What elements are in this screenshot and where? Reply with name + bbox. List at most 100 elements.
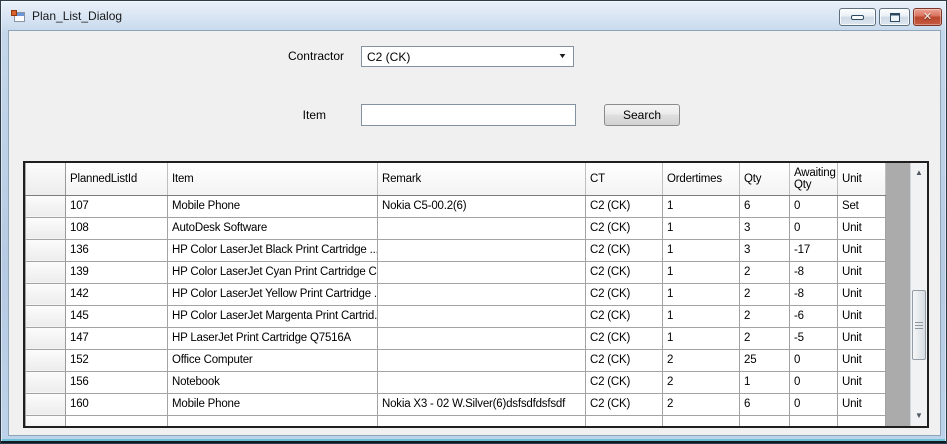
column-header-unit[interactable]: Unit bbox=[837, 163, 886, 196]
vertical-scrollbar[interactable]: ▲ ▼ bbox=[910, 163, 927, 426]
cell-remark[interactable] bbox=[377, 348, 586, 372]
contractor-combobox[interactable]: C2 (CK) ▼ bbox=[361, 46, 574, 67]
cell-unit[interactable]: Unit bbox=[837, 392, 886, 416]
cell-item[interactable]: Office Computer bbox=[167, 348, 378, 372]
row-header-cell[interactable] bbox=[25, 414, 66, 426]
cell-remark[interactable] bbox=[377, 326, 586, 350]
cell-empty[interactable] bbox=[837, 414, 886, 426]
cell-plannedlistid[interactable]: 145 bbox=[65, 304, 168, 328]
cell-empty[interactable] bbox=[377, 414, 586, 426]
cell-ordertimes[interactable]: 1 bbox=[662, 216, 740, 240]
cell-plannedlistid[interactable]: 152 bbox=[65, 348, 168, 372]
cell-ct[interactable]: C2 (CK) bbox=[585, 304, 663, 328]
item-input[interactable] bbox=[361, 104, 576, 126]
cell-item[interactable]: Mobile Phone bbox=[167, 194, 378, 218]
row-header-cell[interactable] bbox=[25, 326, 66, 350]
grid-corner-cell[interactable] bbox=[25, 163, 66, 196]
search-button[interactable]: Search bbox=[604, 104, 680, 126]
cell-plannedlistid[interactable]: 139 bbox=[65, 260, 168, 284]
cell-qty[interactable]: 6 bbox=[739, 392, 790, 416]
cell-awaiting-qty[interactable]: 0 bbox=[789, 370, 838, 394]
cell-ct[interactable]: C2 (CK) bbox=[585, 194, 663, 218]
cell-ordertimes[interactable]: 1 bbox=[662, 238, 740, 262]
column-header-qty[interactable]: Qty bbox=[739, 163, 790, 196]
cell-awaiting-qty[interactable]: 0 bbox=[789, 194, 838, 218]
cell-remark[interactable]: Nokia X3 - 02 W.Silver(6)dsfsdfdsfsdf bbox=[377, 392, 586, 416]
column-header-remark[interactable]: Remark bbox=[377, 163, 586, 196]
row-header-cell[interactable] bbox=[25, 260, 66, 284]
close-button[interactable]: ✕ bbox=[913, 8, 942, 26]
cell-qty[interactable]: 6 bbox=[739, 194, 790, 218]
cell-item[interactable]: HP Color LaserJet Yellow Print Cartridge… bbox=[167, 282, 378, 306]
cell-unit[interactable]: Unit bbox=[837, 326, 886, 350]
cell-ordertimes[interactable]: 1 bbox=[662, 194, 740, 218]
cell-ct[interactable]: C2 (CK) bbox=[585, 392, 663, 416]
cell-ct[interactable]: C2 (CK) bbox=[585, 326, 663, 350]
column-header-awaiting-qty[interactable]: Awaiting Qty bbox=[789, 163, 838, 196]
cell-ct[interactable]: C2 (CK) bbox=[585, 260, 663, 284]
cell-plannedlistid[interactable]: 147 bbox=[65, 326, 168, 350]
cell-awaiting-qty[interactable]: 0 bbox=[789, 216, 838, 240]
row-header-cell[interactable] bbox=[25, 348, 66, 372]
cell-ct[interactable]: C2 (CK) bbox=[585, 348, 663, 372]
scrollbar-thumb[interactable] bbox=[912, 290, 926, 360]
column-header-ordertimes[interactable]: Ordertimes bbox=[662, 163, 740, 196]
cell-qty[interactable]: 2 bbox=[739, 260, 790, 284]
cell-qty[interactable]: 2 bbox=[739, 304, 790, 328]
cell-item[interactable]: AutoDesk Software bbox=[167, 216, 378, 240]
cell-remark[interactable] bbox=[377, 216, 586, 240]
cell-plannedlistid[interactable]: 107 bbox=[65, 194, 168, 218]
cell-unit[interactable]: Unit bbox=[837, 238, 886, 262]
cell-ct[interactable]: C2 (CK) bbox=[585, 370, 663, 394]
cell-awaiting-qty[interactable]: 0 bbox=[789, 392, 838, 416]
cell-unit[interactable]: Unit bbox=[837, 282, 886, 306]
cell-ordertimes[interactable]: 1 bbox=[662, 304, 740, 328]
cell-empty[interactable] bbox=[167, 414, 378, 426]
cell-unit[interactable]: Unit bbox=[837, 216, 886, 240]
cell-unit[interactable]: Unit bbox=[837, 370, 886, 394]
cell-awaiting-qty[interactable]: -6 bbox=[789, 304, 838, 328]
cell-empty[interactable] bbox=[65, 414, 168, 426]
cell-awaiting-qty[interactable]: 0 bbox=[789, 348, 838, 372]
maximize-button[interactable] bbox=[879, 8, 910, 26]
cell-ordertimes[interactable]: 1 bbox=[662, 326, 740, 350]
cell-ordertimes[interactable]: 1 bbox=[662, 260, 740, 284]
cell-ct[interactable]: C2 (CK) bbox=[585, 216, 663, 240]
cell-qty[interactable]: 25 bbox=[739, 348, 790, 372]
column-header-plannedlistid[interactable]: PlannedListId bbox=[65, 163, 168, 196]
cell-remark[interactable] bbox=[377, 260, 586, 284]
cell-qty[interactable]: 3 bbox=[739, 238, 790, 262]
cell-unit[interactable]: Set bbox=[837, 194, 886, 218]
cell-awaiting-qty[interactable]: -5 bbox=[789, 326, 838, 350]
cell-qty[interactable]: 2 bbox=[739, 282, 790, 306]
cell-item[interactable]: Notebook bbox=[167, 370, 378, 394]
cell-plannedlistid[interactable]: 136 bbox=[65, 238, 168, 262]
cell-item[interactable]: HP Color LaserJet Cyan Print Cartridge C… bbox=[167, 260, 378, 284]
column-header-ct[interactable]: CT bbox=[585, 163, 663, 196]
row-header-cell[interactable] bbox=[25, 194, 66, 218]
cell-unit[interactable]: Unit bbox=[837, 260, 886, 284]
cell-empty[interactable] bbox=[789, 414, 838, 426]
row-header-cell[interactable] bbox=[25, 282, 66, 306]
cell-item[interactable]: HP LaserJet Print Cartridge Q7516A bbox=[167, 326, 378, 350]
minimize-button[interactable] bbox=[839, 8, 876, 26]
cell-ordertimes[interactable]: 2 bbox=[662, 370, 740, 394]
row-header-cell[interactable] bbox=[25, 216, 66, 240]
cell-item[interactable]: HP Color LaserJet Margenta Print Cartrid… bbox=[167, 304, 378, 328]
cell-plannedlistid[interactable]: 142 bbox=[65, 282, 168, 306]
row-header-cell[interactable] bbox=[25, 238, 66, 262]
cell-qty[interactable]: 1 bbox=[739, 370, 790, 394]
row-header-cell[interactable] bbox=[25, 392, 66, 416]
cell-awaiting-qty[interactable]: -8 bbox=[789, 282, 838, 306]
scroll-up-icon[interactable]: ▲ bbox=[911, 165, 927, 181]
cell-empty[interactable] bbox=[585, 414, 663, 426]
cell-qty[interactable]: 3 bbox=[739, 216, 790, 240]
cell-remark[interactable] bbox=[377, 370, 586, 394]
cell-item[interactable]: Mobile Phone bbox=[167, 392, 378, 416]
cell-empty[interactable] bbox=[739, 414, 790, 426]
cell-awaiting-qty[interactable]: -17 bbox=[789, 238, 838, 262]
cell-item[interactable]: HP Color LaserJet Black Print Cartridge … bbox=[167, 238, 378, 262]
cell-empty[interactable] bbox=[662, 414, 740, 426]
cell-remark[interactable]: Nokia C5-00.2(6) bbox=[377, 194, 586, 218]
row-header-cell[interactable] bbox=[25, 304, 66, 328]
